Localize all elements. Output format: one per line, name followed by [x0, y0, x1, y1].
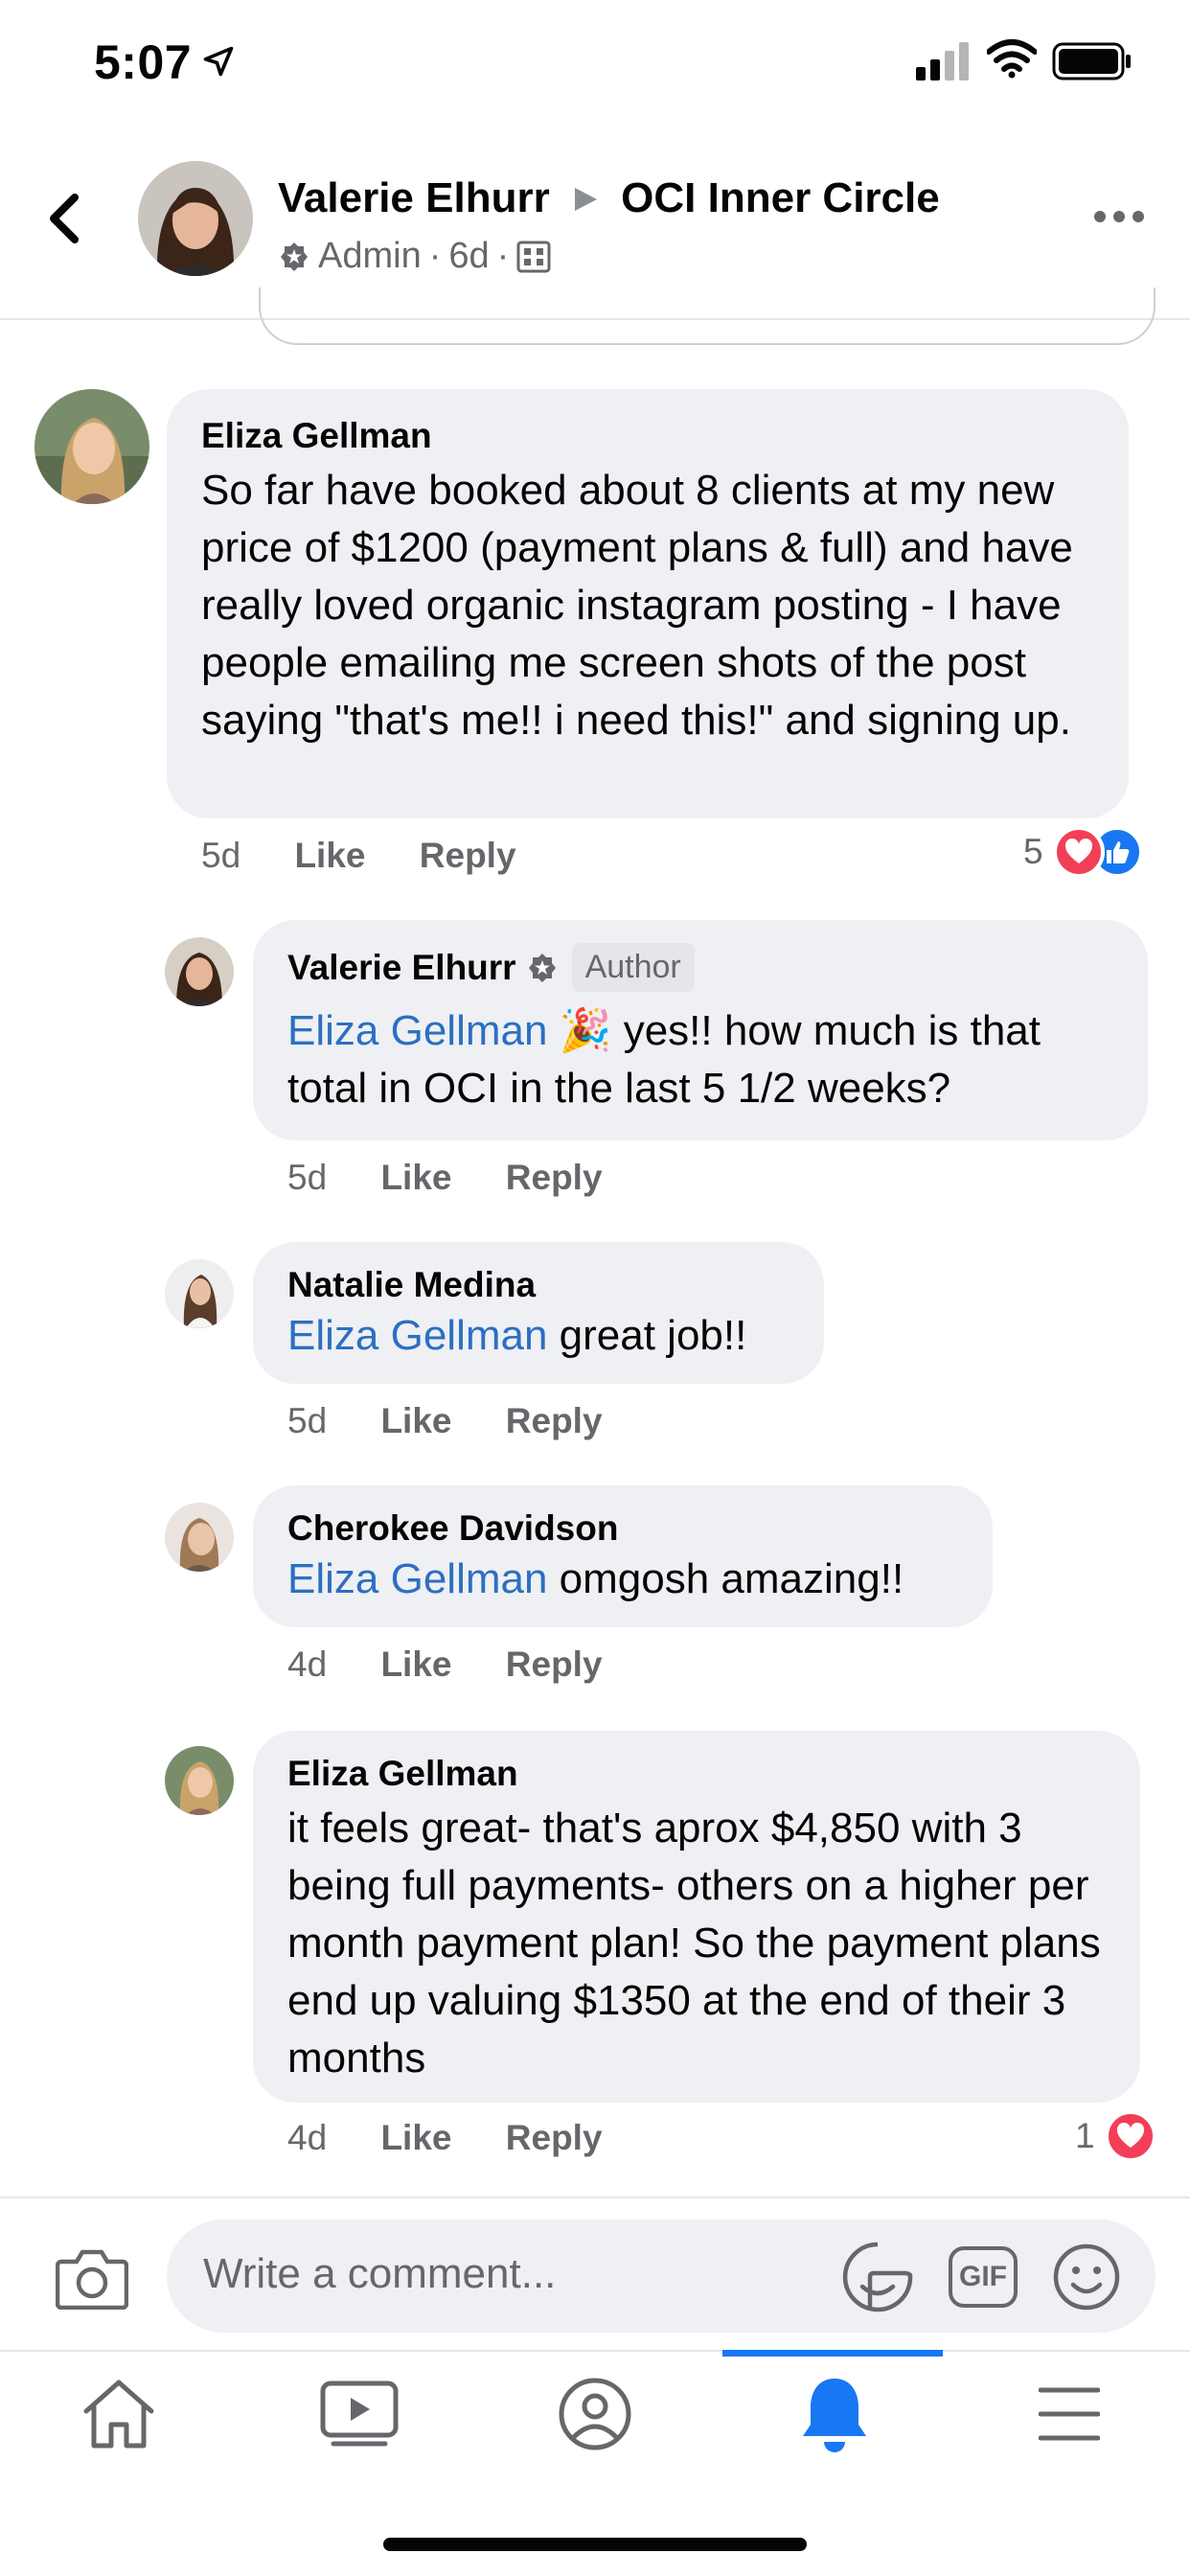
more-options-button[interactable]	[1092, 205, 1146, 228]
commenter-avatar[interactable]	[34, 389, 149, 504]
comment-time[interactable]: 5d	[287, 1158, 327, 1197]
reply-text: great job!!	[547, 1312, 747, 1359]
back-button[interactable]	[42, 188, 90, 249]
reply-button[interactable]: Reply	[506, 2118, 603, 2157]
reply-button[interactable]: Reply	[506, 1158, 603, 1197]
like-button[interactable]: Like	[294, 836, 365, 875]
gif-label: GIF	[959, 2261, 1007, 2292]
reply-bubble[interactable]: Cherokee Davidson Eliza Gellman omgosh a…	[253, 1485, 993, 1627]
comment-time[interactable]: 5d	[201, 836, 240, 875]
comment-author[interactable]: Cherokee Davidson	[287, 1508, 618, 1549]
tab-notifications[interactable]	[797, 2375, 872, 2453]
reply-bubble[interactable]: Natalie Medina Eliza Gellman great job!!	[253, 1242, 824, 1384]
smiley-icon	[1053, 2243, 1120, 2311]
comment-author[interactable]: Valerie Elhurr	[287, 948, 516, 988]
battery-icon	[1052, 42, 1133, 85]
status-time: 5:07	[94, 35, 193, 89]
header-author-name[interactable]: Valerie Elhurr	[278, 174, 550, 221]
like-button[interactable]: Like	[380, 1158, 451, 1197]
group-privacy-icon	[516, 241, 551, 272]
like-button[interactable]: Like	[380, 1644, 451, 1684]
like-button[interactable]: Like	[380, 1401, 451, 1440]
comment-author[interactable]: Eliza Gellman	[287, 1754, 518, 1794]
location-arrow-icon	[203, 46, 234, 77]
love-reaction-icon	[1104, 2110, 1156, 2162]
header-author-avatar[interactable]	[138, 161, 253, 276]
emoji-button[interactable]	[1052, 2242, 1121, 2312]
reply-button[interactable]: Reply	[420, 836, 516, 875]
comment-text: So far have booked about 8 clients at my…	[201, 467, 1073, 744]
party-emoji-icon: 🎉	[559, 1007, 612, 1054]
like-button[interactable]: Like	[380, 2118, 451, 2157]
active-tab-indicator	[722, 2350, 943, 2357]
header-age[interactable]: 6d	[448, 236, 489, 277]
reaction-summary[interactable]: 1	[1075, 2110, 1156, 2162]
reply-text: omgosh amazing!!	[547, 1555, 904, 1602]
comment-time[interactable]: 4d	[287, 1644, 327, 1684]
more-dots-icon	[1094, 211, 1144, 222]
signal-icon	[916, 42, 970, 85]
tab-watch[interactable]	[320, 2380, 399, 2448]
commenter-avatar[interactable]	[165, 1503, 234, 1572]
comment-actions: 5d Like Reply	[287, 1158, 603, 1198]
love-reaction-icon	[1052, 826, 1105, 878]
camera-icon	[55, 2249, 129, 2311]
tab-home[interactable]	[80, 2377, 157, 2451]
chevron-left-icon	[50, 194, 79, 243]
tab-menu[interactable]	[1038, 2386, 1101, 2442]
separator-dot: ·	[428, 236, 442, 276]
reaction-summary[interactable]: 5	[1023, 826, 1143, 878]
video-icon	[320, 2380, 399, 2447]
wifi-icon	[986, 38, 1038, 83]
separator-dot: ·	[496, 236, 510, 276]
comment-actions: 4d Like Reply	[287, 1644, 603, 1685]
reply-button[interactable]: Reply	[506, 1644, 603, 1684]
home-icon	[83, 2380, 154, 2449]
comment-bubble[interactable]: Eliza Gellman So far have booked about 8…	[167, 389, 1129, 818]
gif-button[interactable]: GIF	[949, 2246, 1018, 2308]
triangle-right-icon	[574, 188, 597, 211]
reaction-count: 1	[1075, 2116, 1095, 2155]
comment-author[interactable]: Natalie Medina	[287, 1265, 536, 1305]
reply-bubble[interactable]: Valerie Elhurr Author Eliza Gellman 🎉 ye…	[253, 920, 1148, 1140]
commenter-avatar[interactable]	[165, 1259, 234, 1328]
reaction-count: 5	[1023, 832, 1043, 871]
sticker-icon	[842, 2242, 913, 2312]
admin-badge-icon	[281, 242, 308, 271]
comment-text: Eliza Gellman 🎉 yes!! how much is that t…	[287, 1002, 1131, 1117]
comment-author[interactable]: Eliza Gellman	[201, 416, 432, 456]
reply-bubble[interactable]: Eliza Gellman it feels great- that's apr…	[253, 1731, 1140, 2103]
comment-text: Eliza Gellman great job!!	[287, 1307, 746, 1365]
profile-icon	[559, 2378, 631, 2450]
mention-link[interactable]: Eliza Gellman	[287, 1555, 547, 1602]
previous-reply-box	[259, 288, 1156, 345]
camera-button[interactable]	[55, 2246, 129, 2311]
sticker-button[interactable]	[841, 2241, 914, 2313]
comment-text: Eliza Gellman omgosh amazing!!	[287, 1551, 904, 1608]
comment-actions: 5d Like Reply	[287, 1401, 603, 1441]
reply-author-line: Valerie Elhurr Author	[287, 943, 695, 992]
reply-button[interactable]: Reply	[506, 1401, 603, 1440]
comment-time[interactable]: 4d	[287, 2118, 327, 2157]
hamburger-menu-icon	[1038, 2387, 1101, 2441]
post-subtitle: Admin · 6d ·	[278, 236, 551, 277]
comment-actions: 4d Like Reply	[287, 2118, 603, 2158]
commenter-avatar[interactable]	[165, 1746, 234, 1815]
admin-badge-icon	[528, 953, 556, 982]
comment-text: it feels great- that's aprox $4,850 with…	[287, 1805, 1101, 2082]
comment-time[interactable]: 5d	[287, 1401, 327, 1440]
bell-icon	[803, 2379, 866, 2452]
commenter-avatar[interactable]	[165, 937, 234, 1006]
post-title: Valerie Elhurr OCI Inner Circle	[278, 174, 940, 222]
header-group-name[interactable]: OCI Inner Circle	[621, 174, 940, 221]
mention-link[interactable]: Eliza Gellman	[287, 1007, 547, 1054]
author-badge: Author	[571, 943, 695, 992]
mention-link[interactable]: Eliza Gellman	[287, 1312, 547, 1359]
comment-input-placeholder: Write a comment...	[203, 2250, 557, 2297]
comment-actions: 5d Like Reply	[201, 836, 516, 876]
tab-profile[interactable]	[558, 2377, 632, 2451]
header-role: Admin	[318, 236, 422, 276]
home-indicator	[383, 2538, 807, 2551]
